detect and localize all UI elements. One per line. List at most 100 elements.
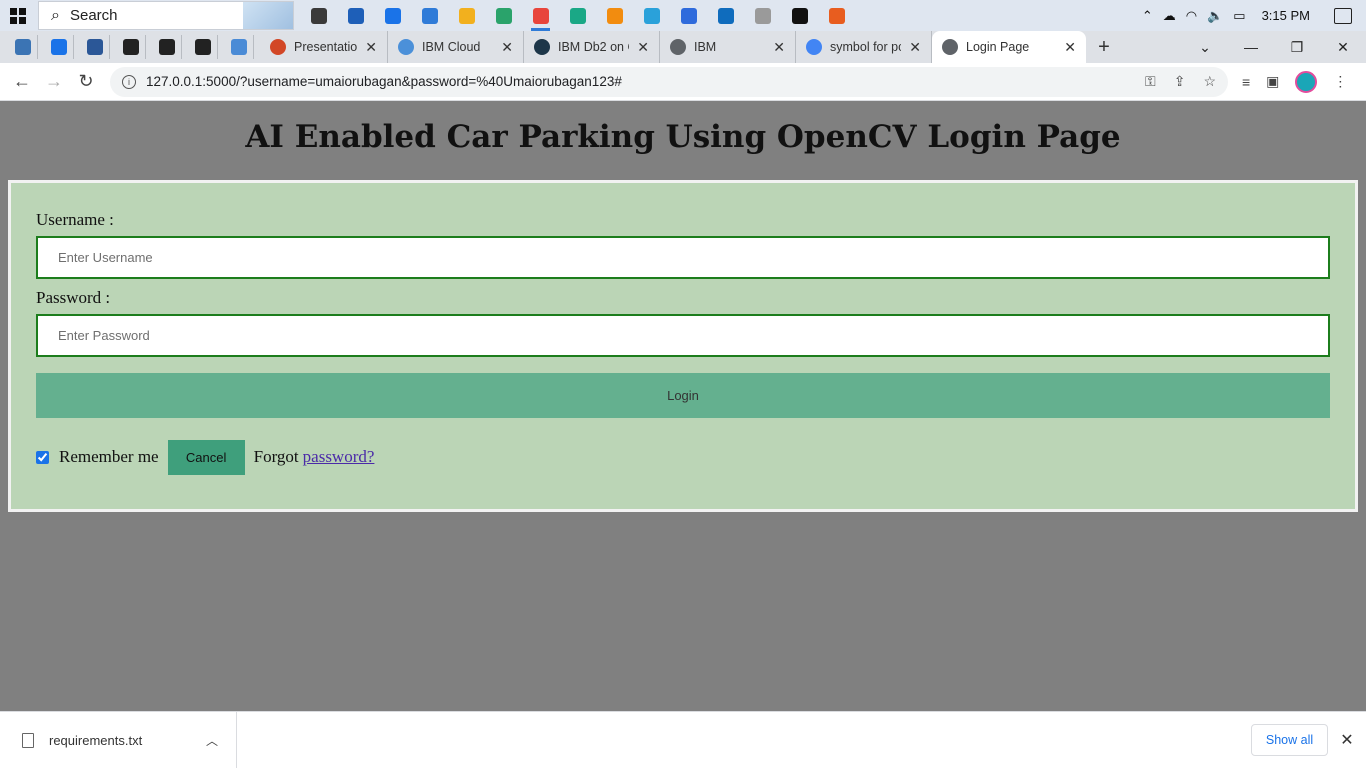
pinned-tab[interactable]: [44, 35, 74, 59]
close-tab-icon[interactable]: ✕: [1064, 39, 1076, 56]
tab-search-chevron-icon[interactable]: ⌄: [1182, 39, 1228, 56]
close-tab-icon[interactable]: ✕: [637, 39, 649, 56]
password-input[interactable]: [36, 314, 1330, 357]
forgot-password-link[interactable]: password?: [303, 447, 375, 466]
page-content: AI Enabled Car Parking Using OpenCV Logi…: [0, 101, 1366, 711]
pinned-tab[interactable]: [8, 35, 38, 59]
taskbar-app-button[interactable]: [559, 0, 596, 31]
word-icon: [86, 39, 103, 55]
close-tab-icon[interactable]: ✕: [501, 39, 513, 56]
onedrive-icon: [50, 39, 67, 55]
taskbar-app-button[interactable]: [781, 0, 818, 31]
close-tab-icon[interactable]: ✕: [365, 39, 377, 56]
edge-icon: [495, 7, 512, 24]
taskbar-app-button[interactable]: [633, 0, 670, 31]
reading-list-icon[interactable]: ≡: [1242, 74, 1250, 90]
close-tab-icon[interactable]: ✕: [773, 39, 785, 56]
username-input[interactable]: [36, 236, 1330, 279]
site-info-icon[interactable]: i: [122, 74, 136, 89]
mail-icon: [384, 7, 401, 24]
taskbar-clock[interactable]: 3:15 PM: [1262, 8, 1310, 23]
show-all-button[interactable]: Show all: [1251, 724, 1328, 756]
remember-me-checkbox[interactable]: [36, 450, 49, 464]
restore-button[interactable]: ❐: [1274, 39, 1320, 56]
search-highlight-image: [243, 2, 293, 29]
bookmark-star-icon[interactable]: ☆: [1203, 73, 1216, 90]
browser-tab[interactable]: Presentation ✕: [260, 31, 388, 63]
pinned-tab[interactable]: [80, 35, 110, 59]
windows-logo-icon: [10, 7, 26, 24]
windows-start-button[interactable]: [0, 0, 36, 31]
reload-button[interactable]: ↻: [70, 71, 102, 92]
close-tab-icon[interactable]: ✕: [909, 39, 921, 56]
wordpad-icon: [754, 7, 771, 24]
cancel-button[interactable]: Cancel: [167, 439, 245, 475]
system-tray: ⌃ ☁ ◠ 🔈 ▭ 3:15 PM: [1142, 0, 1366, 31]
forgot-label: Forgot: [253, 447, 299, 466]
profile-avatar[interactable]: [1295, 70, 1318, 93]
taskbar-app-button[interactable]: [818, 0, 855, 31]
pinned-tab[interactable]: [188, 35, 218, 59]
pycharm-icon: [791, 7, 808, 24]
browser-tab[interactable]: IBM ✕: [660, 31, 796, 63]
globe-icon: [942, 39, 958, 55]
wifi-icon[interactable]: ◠: [1186, 8, 1197, 24]
browser-tab-strip: Presentation ✕ IBM Cloud ✕ IBM Db2 on C ✕ IBM ✕…: [0, 31, 1366, 63]
key-icon[interactable]: ⚿: [1145, 73, 1156, 90]
chevron-up-icon[interactable]: ⌃: [1142, 8, 1153, 24]
browser-tab[interactable]: IBM Db2 on C ✕: [524, 31, 660, 63]
download-item[interactable]: requirements.txt ︿: [0, 711, 237, 768]
pinned-tab[interactable]: [152, 35, 182, 59]
tab-title: Presentation: [294, 40, 358, 54]
share-icon[interactable]: ⇪: [1174, 73, 1186, 90]
battery-icon[interactable]: ▭: [1233, 8, 1245, 24]
computer-icon: [421, 7, 438, 24]
download-file-name[interactable]: requirements.txt: [49, 733, 142, 748]
url-text[interactable]: 127.0.0.1:5000/?username=umaiorubagan&pa…: [146, 74, 622, 89]
chevron-up-icon[interactable]: ︿: [206, 732, 218, 749]
browser-tab[interactable]: symbol for pc ✕: [796, 31, 932, 63]
back-button[interactable]: ←: [6, 71, 38, 92]
taskbar-app-button[interactable]: [374, 0, 411, 31]
window-controls: ⌄ — ❐ ✕: [1182, 31, 1366, 63]
page-title: AI Enabled Car Parking Using OpenCV Logi…: [245, 119, 1121, 155]
taskbar-app-button[interactable]: [670, 0, 707, 31]
menu-kebab-icon[interactable]: ⋮: [1333, 73, 1347, 90]
taskbar-app-button[interactable]: [744, 0, 781, 31]
taskbar-app-button[interactable]: [300, 0, 337, 31]
taskbar-app-button[interactable]: [448, 0, 485, 31]
forgot-password-text: Forgot password?: [254, 447, 375, 467]
login-form: Username : Password : Login Remember me …: [8, 180, 1358, 512]
taskbar-app-button[interactable]: [337, 0, 374, 31]
taskbar-app-button[interactable]: [596, 0, 633, 31]
side-panel-icon[interactable]: ▣: [1266, 73, 1279, 90]
address-bar[interactable]: i 127.0.0.1:5000/?username=umaiorubagan&…: [110, 66, 1228, 97]
taskbar-search-label: Search: [69, 7, 118, 24]
taskbar-app-button[interactable]: [485, 0, 522, 31]
taskbar-app-button[interactable]: [707, 0, 744, 31]
taskbar-search-box[interactable]: ⌕ Search: [38, 1, 294, 30]
taskbar-app-button[interactable]: [411, 0, 448, 31]
remember-me-label: Remember me: [59, 447, 159, 466]
volume-icon[interactable]: 🔈: [1207, 8, 1223, 24]
new-tab-button[interactable]: +: [1086, 36, 1122, 59]
browser-tab[interactable]: Login Page ✕: [932, 31, 1086, 63]
ibm-cloud-icon: [398, 39, 414, 55]
browser-tab[interactable]: IBM Cloud ✕: [388, 31, 524, 63]
login-button[interactable]: Login: [36, 373, 1330, 418]
taskbar-app-button[interactable]: [522, 0, 559, 31]
tab-title: IBM Db2 on C: [558, 40, 630, 54]
vlc-icon: [606, 7, 623, 24]
app-icon: [569, 7, 586, 24]
close-download-bar-icon[interactable]: ✕: [1328, 730, 1366, 750]
google-icon: [806, 39, 822, 55]
pinned-tab[interactable]: [116, 35, 146, 59]
minimize-button[interactable]: —: [1228, 39, 1274, 55]
python-icon: [14, 39, 31, 55]
form-footer-row: Remember me Cancel Forgot password?: [36, 439, 374, 475]
close-window-button[interactable]: ✕: [1320, 39, 1366, 56]
pinned-tab[interactable]: [224, 35, 254, 59]
cloud-status-icon[interactable]: ☁: [1163, 8, 1176, 24]
notification-icon[interactable]: [1334, 7, 1352, 24]
forward-button[interactable]: →: [38, 71, 70, 92]
